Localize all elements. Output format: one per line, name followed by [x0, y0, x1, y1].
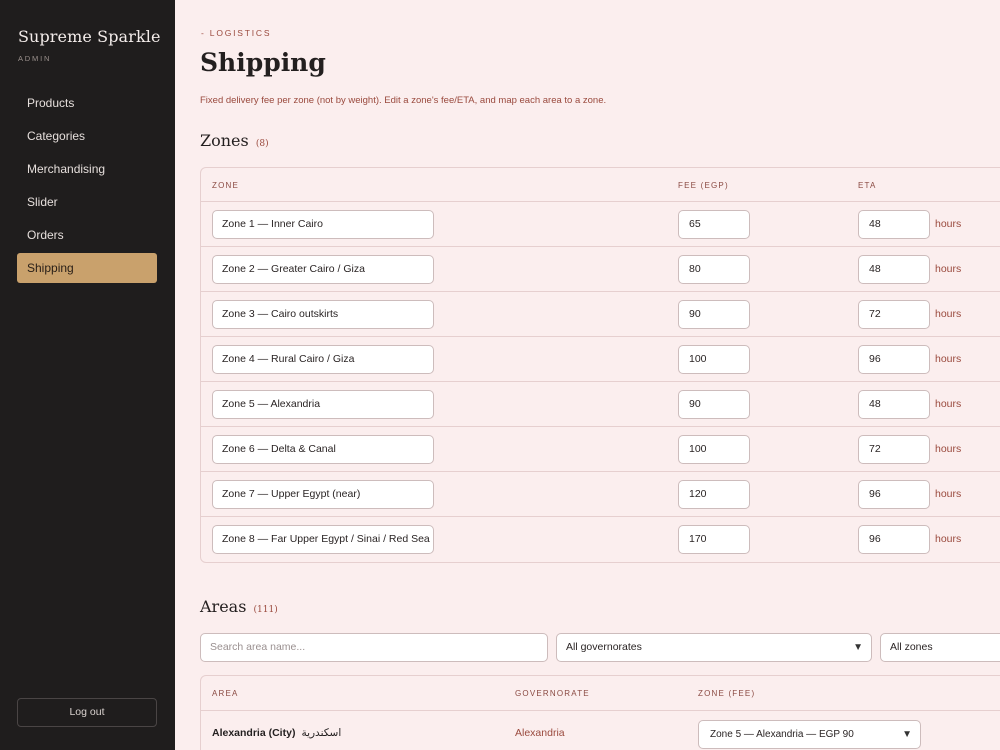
zone-name-input[interactable]: Zone 6 — Delta & Canal [212, 435, 434, 464]
zone-eta-input[interactable]: 96 [858, 480, 930, 509]
zone-name-input[interactable]: Zone 5 — Alexandria [212, 390, 434, 419]
sidebar-item-shipping[interactable]: Shipping [17, 253, 157, 283]
sidebar-item-orders[interactable]: Orders [17, 220, 157, 250]
zone-eta-input[interactable]: 48 [858, 390, 930, 419]
zone-eta-unit: hours [935, 353, 962, 365]
areas-column-zone: ZONE (FEE) [698, 689, 756, 698]
zone-eta-unit: hours [935, 443, 962, 455]
areas-heading: Areas (111) [200, 597, 278, 616]
sidebar-item-slider[interactable]: Slider [17, 187, 157, 217]
zone-eta-unit: hours [935, 488, 962, 500]
zone-fee-input[interactable]: 90 [678, 390, 750, 419]
governorate-filter-select[interactable]: All governorates ▼ [556, 633, 872, 662]
zone-fee-input[interactable]: 170 [678, 525, 750, 554]
area-governorate: Alexandria [515, 727, 565, 739]
zone-name-input[interactable]: Zone 4 — Rural Cairo / Giza [212, 345, 434, 374]
sidebar-item-categories[interactable]: Categories [17, 121, 157, 151]
area-search-input[interactable]: Search area name... [200, 633, 548, 662]
sidebar-nav: Products Categories Merchandising Slider… [17, 88, 157, 286]
area-zone-value: Zone 5 — Alexandria — EGP 90 [710, 729, 854, 740]
zone-eta-input[interactable]: 96 [858, 345, 930, 374]
zones-column-fee: FEE (EGP) [678, 181, 729, 190]
zone-name-input[interactable]: Zone 8 — Far Upper Egypt / Sinai / Red S… [212, 525, 434, 554]
zone-name-input[interactable]: Zone 7 — Upper Egypt (near) [212, 480, 434, 509]
zone-filter-select[interactable]: All zones [880, 633, 1000, 662]
zone-row: Zone 6 — Delta & Canal 100 72 hours [201, 426, 1000, 471]
logout-button[interactable]: Log out [17, 698, 157, 727]
area-zone-select[interactable]: Zone 5 — Alexandria — EGP 90 ▼ [698, 720, 921, 749]
governorate-filter-value: All governorates [566, 641, 642, 653]
sidebar: Supreme Sparkle ADMIN Products Categorie… [0, 0, 175, 750]
area-name: Alexandria (City) اسكندرية [212, 727, 341, 739]
zones-title: Zones [200, 131, 249, 150]
zones-table: ZONE FEE (EGP) ETA Zone 1 — Inner Cairo … [200, 167, 1000, 563]
areas-column-governorate: GOVERNORATE [515, 689, 590, 698]
sidebar-item-merchandising[interactable]: Merchandising [17, 154, 157, 184]
areas-title: Areas [200, 597, 247, 616]
zone-eta-input[interactable]: 72 [858, 435, 930, 464]
zone-fee-input[interactable]: 90 [678, 300, 750, 329]
zone-row: Zone 7 — Upper Egypt (near) 120 96 hours [201, 471, 1000, 516]
zone-eta-unit: hours [935, 398, 962, 410]
zone-eta-unit: hours [935, 308, 962, 320]
brand-name: Supreme Sparkle [18, 27, 161, 46]
zone-row: Zone 2 — Greater Cairo / Giza 80 48 hour… [201, 246, 1000, 291]
area-name-en: Alexandria (City) [212, 727, 296, 739]
chevron-down-icon: ▼ [902, 729, 912, 740]
zones-heading: Zones (8) [200, 131, 269, 150]
zone-fee-input[interactable]: 120 [678, 480, 750, 509]
brand-subtitle: ADMIN [18, 54, 52, 63]
zone-filter-value: All zones [890, 641, 933, 653]
zone-row: Zone 3 — Cairo outskirts 90 72 hours [201, 291, 1000, 336]
zone-eta-unit: hours [935, 533, 962, 545]
section-eyebrow: - LOGISTICS [201, 28, 272, 38]
areas-count: (111) [253, 605, 278, 615]
zone-fee-input[interactable]: 80 [678, 255, 750, 284]
zone-name-input[interactable]: Zone 1 — Inner Cairo [212, 210, 434, 239]
areas-table: AREA GOVERNORATE ZONE (FEE) Alexandria (… [200, 675, 1000, 750]
zone-fee-input[interactable]: 100 [678, 435, 750, 464]
zone-name-input[interactable]: Zone 2 — Greater Cairo / Giza [212, 255, 434, 284]
zone-row: Zone 1 — Inner Cairo 65 48 hours [201, 201, 1000, 246]
zone-row: Zone 4 — Rural Cairo / Giza 100 96 hours [201, 336, 1000, 381]
zone-name-input[interactable]: Zone 3 — Cairo outskirts [212, 300, 434, 329]
zone-row: Zone 8 — Far Upper Egypt / Sinai / Red S… [201, 516, 1000, 561]
zones-column-zone: ZONE [212, 181, 240, 190]
zones-column-eta: ETA [858, 181, 877, 190]
zone-eta-unit: hours [935, 218, 962, 230]
areas-column-area: AREA [212, 689, 239, 698]
table-row: Alexandria (City) اسكندرية Alexandria Zon… [201, 710, 1000, 750]
zone-eta-input[interactable]: 72 [858, 300, 930, 329]
zone-row: Zone 5 — Alexandria 90 48 hours [201, 381, 1000, 426]
main-content: - LOGISTICS Shipping Fixed delivery fee … [175, 0, 1000, 750]
sidebar-item-products[interactable]: Products [17, 88, 157, 118]
zone-fee-input[interactable]: 65 [678, 210, 750, 239]
page-description: Fixed delivery fee per zone (not by weig… [200, 95, 607, 106]
zone-eta-unit: hours [935, 263, 962, 275]
chevron-down-icon: ▼ [853, 642, 863, 653]
zone-fee-input[interactable]: 100 [678, 345, 750, 374]
page-title: Shipping [200, 48, 326, 77]
area-name-ar: اسكندرية [301, 727, 342, 739]
zones-count: (8) [255, 139, 269, 149]
zone-eta-input[interactable]: 48 [858, 210, 930, 239]
zone-eta-input[interactable]: 48 [858, 255, 930, 284]
zone-eta-input[interactable]: 96 [858, 525, 930, 554]
